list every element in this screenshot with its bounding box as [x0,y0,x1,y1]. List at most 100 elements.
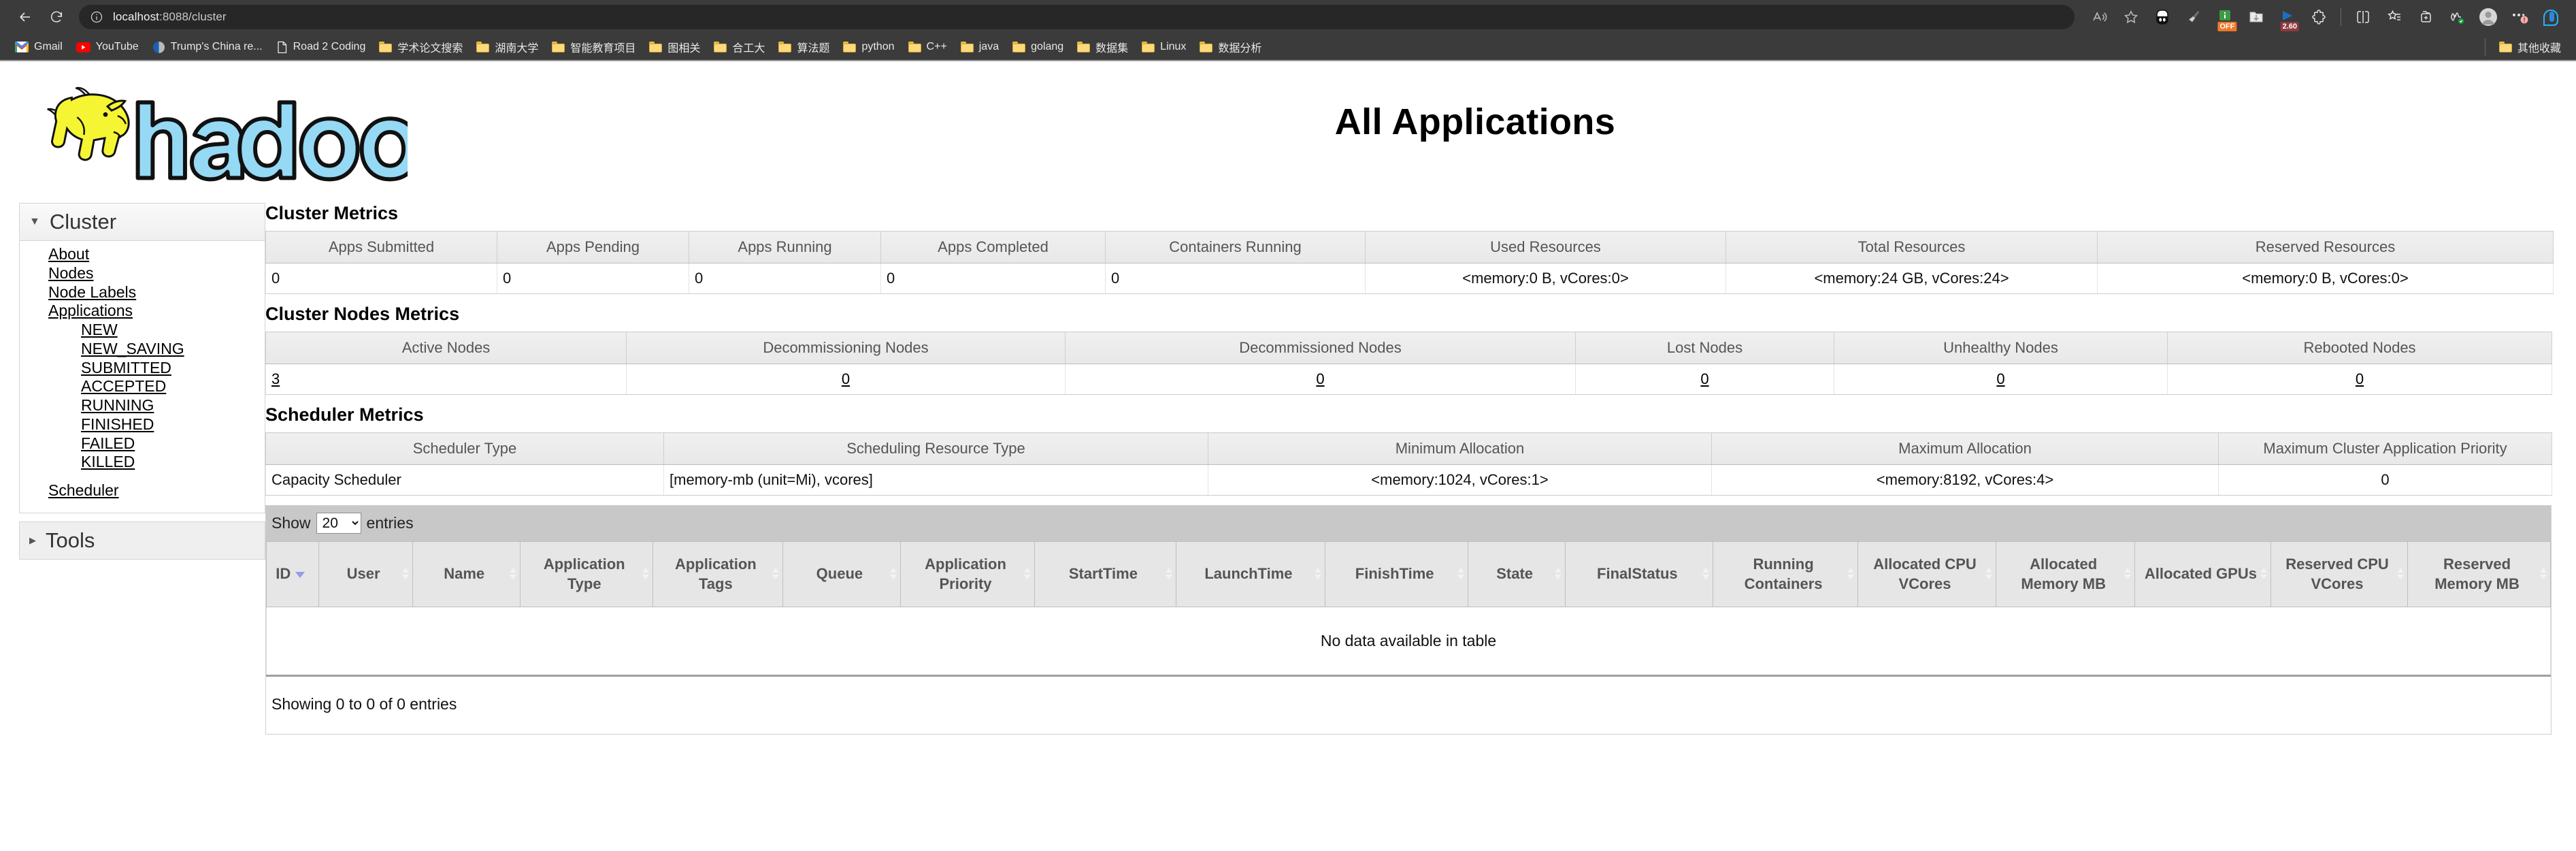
col-apps-submitted[interactable]: Apps Submitted [266,231,497,263]
profile-avatar-icon[interactable] [2473,1,2504,33]
col-decommissioning-nodes[interactable]: Decommissioning Nodes [627,332,1066,364]
sidebar-item-new[interactable]: NEW [20,321,265,340]
col-maximum-allocation[interactable]: Maximum Allocation [1712,433,2219,465]
col-active-nodes[interactable]: Active Nodes [266,332,627,364]
decommissioning-nodes-link[interactable]: 0 [842,370,850,387]
col-used-resources[interactable]: Used Resources [1366,231,1726,263]
bookmark-folder-hunan-univ[interactable]: 湖南大学 [469,37,545,57]
col-minimum-allocation[interactable]: Minimum Allocation [1208,433,1712,465]
collections-icon[interactable] [2379,1,2410,33]
sidebar-item-nodes[interactable]: Nodes [20,264,265,283]
col-id[interactable]: ID [267,542,319,607]
sidebar-item-node-labels[interactable]: Node Labels [20,283,265,302]
col-scheduling-resource-type[interactable]: Scheduling Resource Type [664,433,1208,465]
bookmark-folder-academic[interactable]: 学术论文搜索 [372,37,469,57]
col-name[interactable]: Name [412,542,520,607]
sidebar-item-applications[interactable]: Applications [20,302,265,321]
lost-nodes-link[interactable]: 0 [1700,370,1708,387]
panda-extension-icon[interactable] [2147,1,2178,33]
col-allocated-gpus[interactable]: Allocated GPUs [2134,542,2270,607]
col-application-type[interactable]: Application Type [520,542,653,607]
copilot-icon[interactable] [2535,1,2566,33]
bookmark-trump-china[interactable]: Trump's China re... [146,37,269,57]
bookmark-folder-edu-project[interactable]: 智能教育项目 [545,37,642,57]
col-launchtime[interactable]: LaunchTime [1176,542,1325,607]
active-nodes-link[interactable]: 3 [271,370,280,387]
col-apps-completed[interactable]: Apps Completed [881,231,1106,263]
sidebar-item-failed[interactable]: FAILED [20,434,265,453]
favorite-star-icon[interactable] [2115,1,2147,33]
browser-essentials-icon[interactable] [2441,1,2473,33]
bookmark-folder-linux[interactable]: Linux [1135,37,1193,57]
sidebar-item-about[interactable]: About [20,245,265,264]
sidebar-item-finished[interactable]: FINISHED [20,415,265,434]
bookmark-folder-python[interactable]: python [836,37,901,57]
sidebar-tools-header[interactable]: ▶ Tools [20,522,265,559]
unhealthy-nodes-link[interactable]: 0 [1996,370,2004,387]
col-reserved-memory-mb[interactable]: Reserved Memory MB [2408,542,2551,607]
col-apps-pending[interactable]: Apps Pending [497,231,689,263]
back-button[interactable] [10,1,41,33]
download-folder-extension-icon[interactable] [2241,1,2272,33]
col-reserved-cpu-vcores[interactable]: Reserved CPU VCores [2270,542,2407,607]
col-max-cluster-app-priority[interactable]: Maximum Cluster Application Priority [2219,433,2552,465]
sidebar-item-scheduler[interactable]: Scheduler [20,481,265,500]
bookmark-road-2-coding[interactable]: Road 2 Coding [269,37,373,57]
read-aloud-icon[interactable] [2084,1,2115,33]
sidebar-item-killed[interactable]: KILLED [20,453,265,472]
bookmark-folder-java[interactable]: java [954,37,1006,57]
hadoop-logo-link[interactable] [0,72,435,195]
col-containers-running[interactable]: Containers Running [1106,231,1366,263]
bookmark-folder-algorithms[interactable]: 算法题 [772,37,836,57]
col-running-containers[interactable]: Running Containers [1713,542,1857,607]
bookmark-youtube[interactable]: YouTube [69,37,146,57]
col-user[interactable]: User [318,542,412,607]
col-finalstatus[interactable]: FinalStatus [1566,542,1713,607]
col-unhealthy-nodes[interactable]: Unhealthy Nodes [1834,332,2168,364]
sidebar-item-running[interactable]: RUNNING [20,396,265,415]
col-reserved-resources[interactable]: Reserved Resources [2098,231,2554,263]
broom-extension-icon[interactable] [2178,1,2209,33]
sidebar-tools-panel: ▶ Tools [19,521,265,560]
decommissioned-nodes-link[interactable]: 0 [1316,370,1324,387]
col-allocated-cpu-vcores[interactable]: Allocated CPU VCores [1857,542,1996,607]
show-label: Show [271,514,311,532]
col-application-tags[interactable]: Application Tags [653,542,782,607]
col-apps-running[interactable]: Apps Running [689,231,881,263]
col-state[interactable]: State [1468,542,1566,607]
col-scheduler-type[interactable]: Scheduler Type [266,433,664,465]
bookmark-folder-data-analysis[interactable]: 数据分析 [1193,37,1268,57]
bookmark-folder-datasets[interactable]: 数据集 [1070,37,1135,57]
col-queue[interactable]: Queue [783,542,901,607]
col-allocated-memory-mb[interactable]: Allocated Memory MB [1996,542,2135,607]
bookmark-gmail[interactable]: Gmail [8,37,69,57]
puzzle-extensions-icon[interactable] [2303,1,2334,33]
address-bar[interactable]: localhost:8088/cluster [79,5,2075,29]
col-total-resources[interactable]: Total Resources [1726,231,2098,263]
col-starttime[interactable]: StartTime [1035,542,1176,607]
sidebar-item-submitted[interactable]: SUBMITTED [20,359,265,378]
col-finishtime[interactable]: FinishTime [1325,542,1468,607]
split-screen-icon[interactable] [2347,1,2379,33]
sort-icon [2124,568,2131,581]
col-decommissioned-nodes[interactable]: Decommissioned Nodes [1066,332,1576,364]
adblock-extension-icon[interactable]: OFF [2209,1,2241,33]
add-tab-group-icon[interactable] [2410,1,2441,33]
rebooted-nodes-link[interactable]: 0 [2356,370,2364,387]
col-rebooted-nodes[interactable]: Rebooted Nodes [2168,332,2552,364]
col-lost-nodes[interactable]: Lost Nodes [1576,332,1834,364]
sidebar-cluster-header[interactable]: ▼ Cluster [20,204,265,241]
bookmark-folder-golang[interactable]: golang [1006,37,1070,57]
bookmark-folder-other-favorites[interactable]: 其他收藏 [2492,37,2568,57]
bookmark-folder-hfut[interactable]: 合工大 [707,37,772,57]
video-speed-extension-icon[interactable]: 2.60 [2272,1,2303,33]
reload-button[interactable] [41,1,72,33]
page-length-select[interactable]: 20 50 100 [316,513,361,534]
bookmark-folder-graph[interactable]: 图相关 [642,37,707,57]
sidebar-item-accepted[interactable]: ACCEPTED [20,377,265,396]
settings-more-icon[interactable] [2504,1,2535,33]
col-application-priority[interactable]: Application Priority [900,542,1034,607]
sidebar-item-new-saving[interactable]: NEW_SAVING [20,340,265,359]
site-info-icon[interactable] [90,10,103,24]
bookmark-folder-cpp[interactable]: C++ [902,37,954,57]
